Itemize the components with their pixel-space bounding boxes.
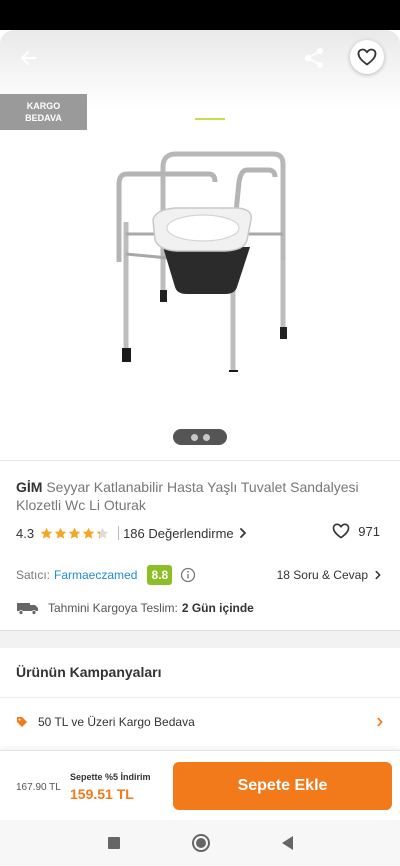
back-button[interactable]: [12, 42, 44, 74]
new-price: 159.51 TL: [70, 786, 134, 802]
chevron-right-icon: [375, 570, 381, 580]
divider: [0, 697, 400, 698]
campaign-item[interactable]: 50 TL ve Üzeri Kargo Bedava: [16, 712, 386, 732]
product-gallery[interactable]: KARGO BEDAVA: [0, 30, 400, 460]
seller-name-link[interactable]: Farmaeczamed: [54, 568, 137, 582]
home-icon[interactable]: [191, 834, 210, 852]
product-name: Seyyar Katlanabilir Hasta Yaşlı Tuvalet …: [16, 479, 359, 513]
gallery-pager[interactable]: [173, 429, 227, 445]
chevron-right-icon: [377, 717, 383, 727]
qa-label: 18 Soru & Cevap: [276, 568, 368, 582]
qa-link[interactable]: 18 Soru & Cevap: [277, 564, 384, 586]
badge-line-2: BEDAVA: [25, 113, 62, 123]
discount-label: Sepette %5 İndirim: [70, 772, 151, 782]
rating-value: 4.3: [16, 525, 35, 541]
separator: [118, 526, 120, 540]
like-counter[interactable]: 971: [332, 523, 380, 539]
star-rating: [40, 527, 109, 540]
pager-dot[interactable]: [202, 433, 210, 441]
share-icon: [305, 48, 323, 68]
delivery-label: Tahmini Kargoya Teslim:: [48, 601, 178, 615]
campaign-label: 50 TL ve Üzeri Kargo Bedava: [38, 715, 195, 729]
star-icon: [82, 527, 95, 539]
heart-icon: [357, 48, 377, 66]
product-brand[interactable]: GİM: [16, 479, 42, 495]
product-image[interactable]: [105, 112, 295, 372]
star-icon: [40, 527, 53, 539]
divider: [0, 460, 400, 461]
truck-icon: [17, 603, 38, 615]
section-divider: [0, 630, 400, 648]
reviews-count: 186 Değerlendirme: [123, 525, 234, 541]
delivery-row: Tahmini Kargoya Teslim: 2 Gün içinde: [16, 598, 384, 618]
old-price: 167.90 TL: [16, 782, 61, 793]
heart-icon: [332, 523, 350, 539]
reviews-link[interactable]: 186 Değerlendirme: [123, 526, 250, 541]
badge-line-1: KARGO: [26, 101, 61, 111]
free-shipping-badge: KARGO BEDAVA: [0, 94, 87, 130]
checkout-bar: 167.90 TL Sepette %5 İndirim 159.51 TL S…: [0, 750, 400, 820]
system-nav-bar: [0, 820, 400, 866]
seller-score-badge: 8.8: [147, 565, 173, 585]
rating-row: 4.3 186 Değerlendirme 971: [16, 523, 384, 543]
star-icon: [54, 527, 67, 539]
pager-dot[interactable]: [190, 433, 198, 441]
recent-apps-icon[interactable]: [107, 837, 120, 849]
star-icon: [68, 527, 81, 539]
system-back-icon[interactable]: [281, 836, 293, 850]
add-to-cart-button[interactable]: Sepete Ekle: [173, 762, 392, 810]
campaigns-title: Ürünün Kampanyaları: [16, 664, 162, 680]
star-icon: [96, 527, 109, 539]
like-count: 971: [358, 523, 380, 539]
info-icon[interactable]: [180, 567, 196, 583]
chevron-right-icon: [239, 528, 246, 538]
seller-label: Satıcı:: [16, 568, 51, 582]
status-bar: [0, 0, 400, 30]
share-button[interactable]: [298, 42, 330, 74]
tag-icon: [17, 717, 27, 727]
seller-row: Satıcı: Farmaeczamed 8.8 18 Soru & Cevap: [16, 564, 384, 586]
delivery-value: 2 Gün içinde: [181, 601, 254, 615]
product-title: GİM Seyyar Katlanabilir Hasta Yaşlı Tuva…: [16, 478, 386, 514]
back-arrow-icon: [21, 51, 36, 65]
favorite-button[interactable]: [350, 40, 384, 74]
